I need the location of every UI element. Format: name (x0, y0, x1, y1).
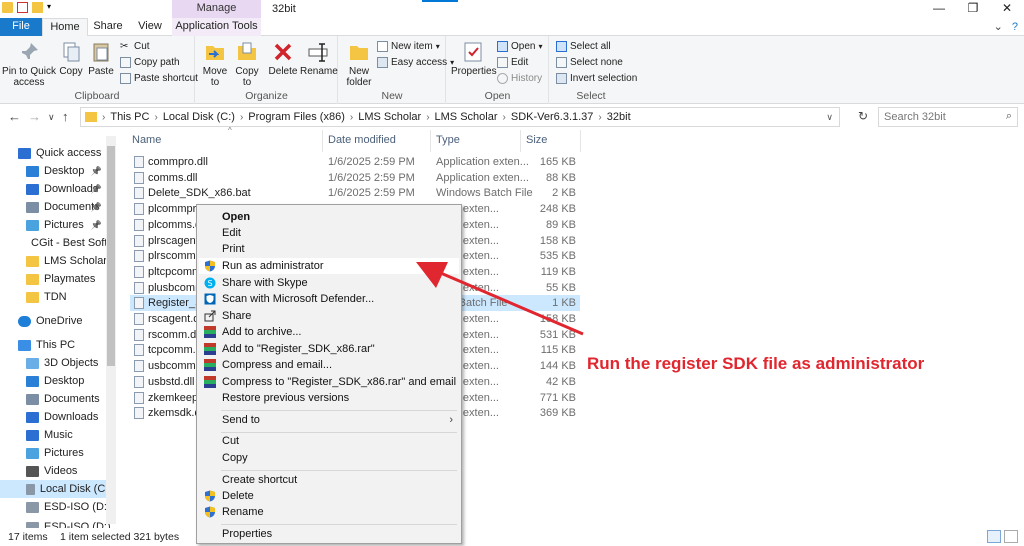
annotation-text: Run the register SDK file as administrat… (587, 354, 925, 373)
annotation-arrow (416, 262, 584, 336)
